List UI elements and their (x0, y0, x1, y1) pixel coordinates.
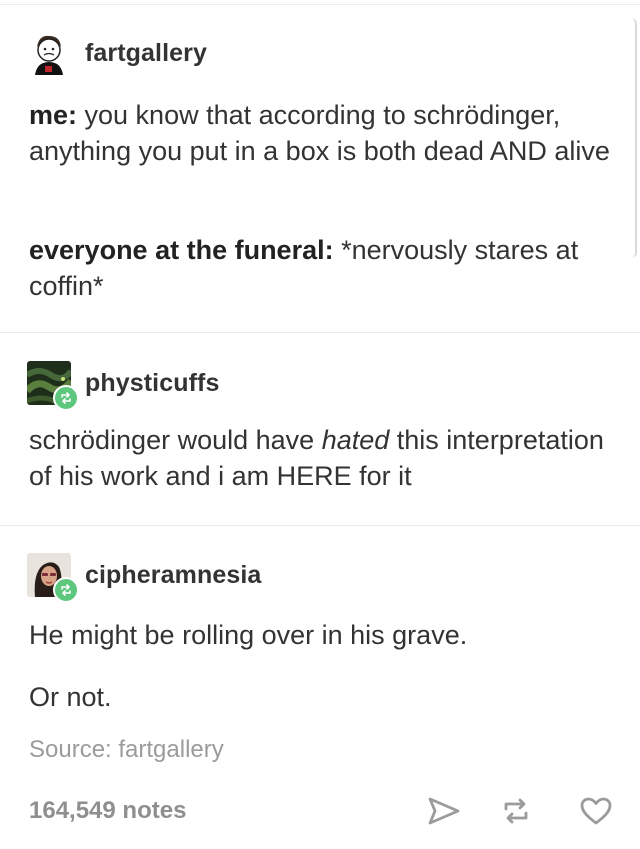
post-body: everyone at the funeral: *nervously star… (29, 232, 610, 304)
post-header: fartgallery (27, 31, 207, 75)
post-text: you know that according to schrödinger, … (29, 100, 610, 166)
avatar[interactable] (27, 553, 79, 603)
avatar[interactable] (27, 361, 79, 411)
post-body: me: you know that according to schröding… (29, 97, 610, 169)
top-divider (0, 4, 640, 5)
post-divider (0, 525, 640, 526)
scrollbar[interactable] (631, 18, 637, 258)
reblog-badge-icon (53, 385, 79, 411)
notes-count[interactable]: 164,549 notes (29, 797, 186, 825)
heart-icon[interactable] (577, 792, 615, 830)
cartoon-face-icon (27, 31, 71, 75)
username[interactable]: fartgallery (85, 39, 207, 68)
speaker-label: everyone at the funeral: (29, 235, 334, 265)
emphasis-text: hated (321, 425, 390, 455)
post-text: Or not. (29, 682, 112, 712)
post-header: cipheramnesia (27, 553, 261, 603)
username[interactable]: cipheramnesia (85, 561, 261, 590)
post-header: physticuffs (27, 361, 219, 411)
post-text: schrödinger would have (29, 425, 322, 455)
speaker-label: me: (29, 100, 78, 130)
username[interactable]: physticuffs (85, 369, 219, 398)
post-divider (0, 332, 640, 333)
avatar-image (27, 31, 71, 75)
reblog-badge-icon (53, 577, 79, 603)
reblog-icon[interactable] (497, 792, 535, 830)
source-link[interactable]: Source: fartgallery (29, 736, 224, 764)
post-body: Or not. (29, 679, 610, 715)
post-text: He might be rolling over in his grave. (29, 620, 468, 650)
avatar[interactable] (27, 31, 71, 75)
paper-plane-icon[interactable] (425, 792, 463, 830)
post-body: He might be rolling over in his grave. (29, 617, 610, 653)
post-body: schrödinger would have hated this interp… (29, 422, 610, 494)
